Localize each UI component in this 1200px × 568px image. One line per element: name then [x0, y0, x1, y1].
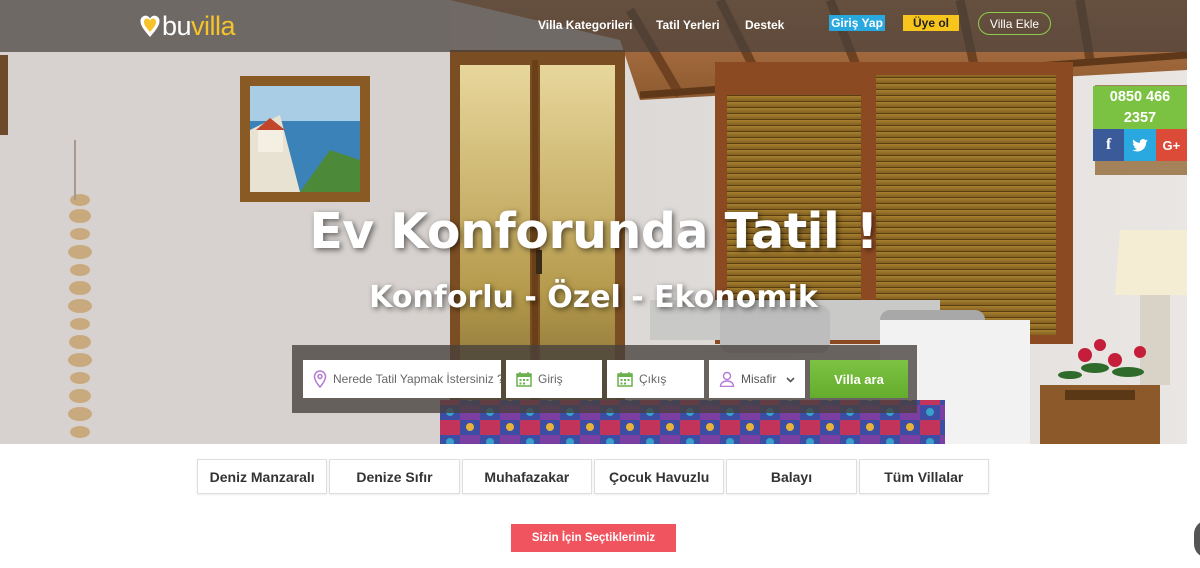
checkin-field[interactable]	[506, 360, 602, 398]
location-pin-icon	[313, 370, 327, 388]
checkout-field[interactable]	[607, 360, 704, 398]
category-honeymoon[interactable]: Balayı	[726, 459, 857, 494]
destination-input[interactable]	[333, 372, 501, 386]
user-icon	[719, 371, 735, 387]
heart-pin-icon	[140, 15, 160, 38]
phone-line-2: 2357	[1123, 110, 1157, 126]
category-kids-pool[interactable]: Çocuk Havuzlu	[593, 459, 725, 494]
contact-widget: 0850 466 2357 f G+	[1093, 86, 1187, 161]
site-header: buvilla Villa Kategorileri Tatil Yerleri…	[0, 0, 1187, 52]
chevron-down-icon	[786, 372, 795, 386]
phone-line-1: 0850 466	[1109, 89, 1171, 105]
nav-support[interactable]: Destek	[745, 18, 784, 32]
guest-select[interactable]: Misafir	[709, 360, 805, 398]
hero-subtitle: Konforlu - Özel - Ekonomik	[369, 280, 818, 315]
category-seafront[interactable]: Denize Sıfır	[329, 459, 460, 494]
twitter-icon[interactable]	[1124, 129, 1156, 161]
category-all-villas[interactable]: Tüm Villalar	[858, 459, 989, 494]
checkin-input[interactable]	[538, 372, 602, 386]
buvilla-logo[interactable]: buvilla	[139, 9, 236, 43]
page-scrollbar	[1187, 0, 1200, 568]
calendar-icon	[617, 371, 633, 387]
social-links: f G+	[1093, 129, 1187, 161]
nav-villa-categories[interactable]: Villa Kategorileri	[538, 18, 632, 32]
category-buttons: Deniz Manzaralı Denize Sıfır Muhafazakar…	[197, 459, 989, 494]
add-villa-button[interactable]: Villa Ekle	[978, 12, 1051, 35]
logo-text-villa: villa	[191, 10, 236, 41]
logo-text-bu: bu	[162, 10, 192, 41]
facebook-icon[interactable]: f	[1093, 129, 1125, 161]
category-sea-view[interactable]: Deniz Manzaralı	[197, 459, 328, 494]
signup-button[interactable]: Üye ol	[903, 15, 959, 31]
villa-search-button[interactable]: Villa ara	[810, 360, 908, 398]
google-plus-icon[interactable]: G+	[1155, 129, 1187, 161]
phone-number[interactable]: 0850 466 2357	[1093, 86, 1187, 129]
calendar-icon	[516, 371, 532, 387]
guest-value: Misafir	[741, 372, 777, 386]
nav-holiday-destinations[interactable]: Tatil Yerleri	[656, 18, 720, 32]
checkout-input[interactable]	[639, 372, 704, 386]
our-picks-button[interactable]: Sizin İçin Seçtiklerimiz	[511, 524, 676, 552]
login-button[interactable]: Giriş Yap	[829, 15, 885, 31]
hero-title: Ev Konforunda Tatil !	[309, 203, 878, 260]
villa-search-form: Misafir Villa ara	[292, 345, 917, 413]
destination-field[interactable]	[303, 360, 501, 398]
category-conservative[interactable]: Muhafazakar	[461, 459, 592, 494]
